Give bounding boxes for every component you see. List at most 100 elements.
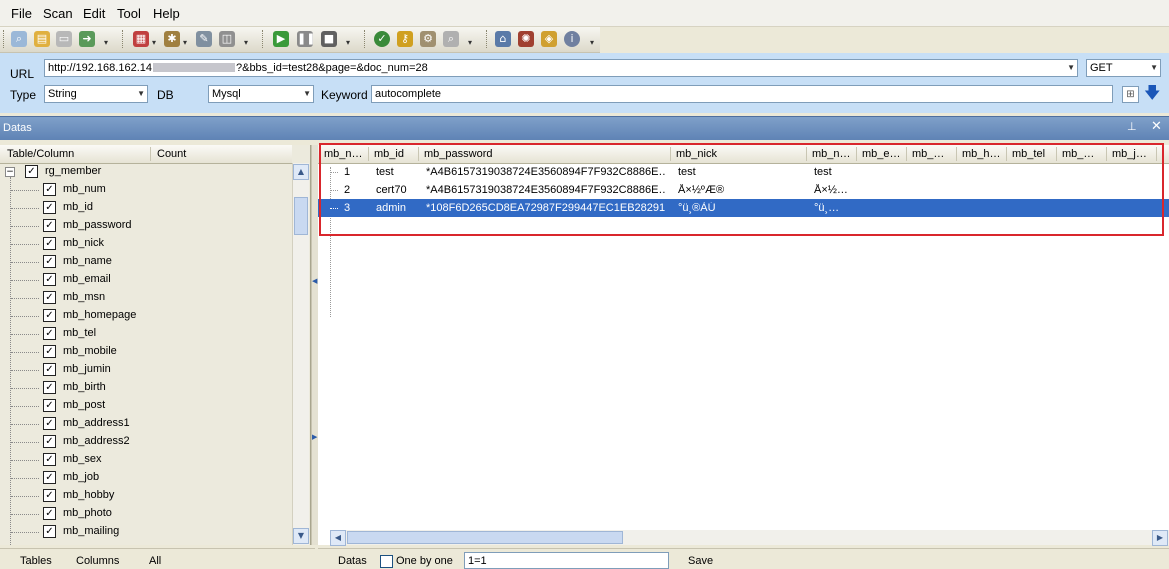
checkbox-checked-icon[interactable]: ✓ — [43, 255, 56, 268]
bug-icon[interactable]: ✺ — [518, 31, 534, 47]
chevron-down-icon[interactable]: ▾ — [152, 38, 160, 47]
database-icon[interactable]: ◫ — [219, 31, 235, 47]
checkbox-checked-icon[interactable]: ✓ — [43, 327, 56, 340]
tree-column-row[interactable]: ✓ mb_mailing — [0, 523, 290, 541]
stop-icon[interactable]: ■ — [321, 31, 337, 47]
chevron-down-icon[interactable]: ▾ — [104, 38, 112, 47]
checkbox-checked-icon[interactable]: ✓ — [43, 309, 56, 322]
menu-scan[interactable]: Scan — [43, 6, 73, 21]
col-header-table[interactable]: Table/Column — [7, 148, 74, 160]
checkbox-checked-icon[interactable]: ✓ — [43, 291, 56, 304]
tab-all[interactable]: All — [149, 555, 161, 567]
checkbox-checked-icon[interactable]: ✓ — [43, 273, 56, 286]
checkbox-checked-icon[interactable]: ✓ — [43, 525, 56, 538]
one-by-one-checkbox[interactable] — [380, 555, 393, 568]
pause-icon[interactable]: ❚❚ — [297, 31, 315, 47]
tree-column-row[interactable]: ✓ mb_msn — [0, 289, 290, 307]
tree-column-row[interactable]: ✓ mb_password — [0, 217, 290, 235]
tree-column-row[interactable]: ✓ mb_address1 — [0, 415, 290, 433]
checkbox-checked-icon[interactable]: ✓ — [43, 435, 56, 448]
tree-column-row[interactable]: ✓ mb_email — [0, 271, 290, 289]
close-icon[interactable]: ✕ — [1151, 119, 1162, 134]
magnifier-icon[interactable]: ⌕ — [443, 31, 459, 47]
tree-column-row[interactable]: ✓ mb_hobby — [0, 487, 290, 505]
db-select[interactable]: Mysql ▼ — [208, 85, 314, 103]
export-icon[interactable]: ➜ — [79, 31, 95, 47]
chevron-down-icon[interactable]: ▼ — [1150, 60, 1158, 76]
scroll-up-icon[interactable]: ▲ — [293, 164, 309, 180]
chevron-down-icon[interactable]: ▼ — [137, 86, 145, 102]
info-icon[interactable]: i — [564, 31, 580, 47]
tree-column-row[interactable]: ✓ mb_photo — [0, 505, 290, 523]
collapse-icon[interactable]: − — [5, 167, 15, 177]
tools-icon[interactable]: ⚙ — [420, 31, 436, 47]
tree-column-row[interactable]: ✓ mb_nick — [0, 235, 290, 253]
chevron-down-icon[interactable]: ▾ — [244, 38, 252, 47]
checkbox-checked-icon[interactable]: ✓ — [43, 471, 56, 484]
document-icon[interactable]: ▭ — [56, 31, 72, 47]
tree-column-row[interactable]: ✓ mb_birth — [0, 379, 290, 397]
play-icon[interactable]: ▶ — [273, 31, 289, 47]
tree-column-row[interactable]: ✓ mb_address2 — [0, 433, 290, 451]
checkbox-checked-icon[interactable]: ✓ — [43, 489, 56, 502]
tree-column-row[interactable]: ✓ mb_id — [0, 199, 290, 217]
open-icon[interactable]: ▤ — [34, 31, 50, 47]
tree-column-row[interactable]: ✓ mb_job — [0, 469, 290, 487]
collapse-left-icon[interactable]: ◀ — [312, 277, 317, 285]
key-icon[interactable]: ⚷ — [397, 31, 413, 47]
check-icon[interactable]: ✓ — [374, 31, 390, 47]
checkbox-checked-icon[interactable]: ✓ — [43, 381, 56, 394]
checkbox-checked-icon[interactable]: ✓ — [25, 165, 38, 178]
type-select[interactable]: String ▼ — [44, 85, 148, 103]
tree-column-row[interactable]: ✓ mb_homepage — [0, 307, 290, 325]
url-input[interactable]: http://192.168.162.14 ?&bbs_id=test28&pag… — [44, 59, 1078, 77]
checkbox-checked-icon[interactable]: ✓ — [43, 417, 56, 430]
chevron-down-icon[interactable]: ▼ — [1067, 60, 1075, 76]
checkbox-checked-icon[interactable]: ✓ — [43, 453, 56, 466]
expand-right-icon[interactable]: ▶ — [312, 433, 317, 441]
chevron-down-icon[interactable]: ▾ — [468, 38, 476, 47]
package-icon[interactable]: ◈ — [541, 31, 557, 47]
tab-tables[interactable]: Tables — [20, 555, 52, 567]
bookmark-icon[interactable]: ▦ — [133, 31, 149, 47]
scroll-left-icon[interactable]: ◀ — [330, 530, 346, 546]
tree-column-row[interactable]: ✓ mb_mobile — [0, 343, 290, 361]
tree-table-node[interactable]: − ✓ rg_member — [0, 163, 290, 181]
menu-tool[interactable]: Tool — [117, 6, 141, 21]
checkbox-checked-icon[interactable]: ✓ — [43, 183, 56, 196]
menu-file[interactable]: File — [11, 6, 32, 21]
checkbox-checked-icon[interactable]: ✓ — [43, 507, 56, 520]
tree-column-row[interactable]: ✓ mb_name — [0, 253, 290, 271]
checkbox-checked-icon[interactable]: ✓ — [43, 363, 56, 376]
grid-horizontal-scrollbar[interactable]: ◀ ▶ — [330, 530, 1169, 546]
save-button[interactable]: Save — [688, 555, 713, 567]
settings-icon[interactable]: ✱ — [164, 31, 180, 47]
pin-icon[interactable]: ⊥ — [1127, 120, 1137, 133]
condition-input[interactable]: 1=1 — [464, 552, 669, 569]
search-icon[interactable]: ⌕ — [11, 31, 27, 47]
checkbox-checked-icon[interactable]: ✓ — [43, 399, 56, 412]
menu-help[interactable]: Help — [153, 6, 180, 21]
chevron-down-icon[interactable]: ▾ — [183, 38, 191, 47]
chevron-down-icon[interactable]: ▼ — [303, 86, 311, 102]
scroll-down-icon[interactable]: ▼ — [293, 528, 309, 544]
arrow-down-icon[interactable]: 🡇 — [1144, 84, 1160, 102]
scroll-right-icon[interactable]: ▶ — [1152, 530, 1168, 546]
keyword-input[interactable]: autocomplete — [371, 85, 1113, 103]
chevron-down-icon[interactable]: ▾ — [590, 38, 598, 47]
tree-column-row[interactable]: ✓ mb_num — [0, 181, 290, 199]
grid-icon[interactable]: ⊞ — [1122, 86, 1139, 103]
menu-edit[interactable]: Edit — [83, 6, 105, 21]
tree-column-row[interactable]: ✓ mb_post — [0, 397, 290, 415]
method-select[interactable]: GET ▼ — [1086, 59, 1161, 77]
checkbox-checked-icon[interactable]: ✓ — [43, 219, 56, 232]
checkbox-checked-icon[interactable]: ✓ — [43, 201, 56, 214]
wrench-icon[interactable]: ✎ — [196, 31, 212, 47]
tree-vertical-scrollbar[interactable]: ▲ ▼ — [292, 163, 309, 545]
tree-column-row[interactable]: ✓ mb_jumin — [0, 361, 290, 379]
chevron-down-icon[interactable]: ▾ — [346, 38, 354, 47]
tab-columns[interactable]: Columns — [76, 555, 119, 567]
scroll-thumb[interactable] — [294, 197, 308, 235]
col-header-count[interactable]: Count — [157, 148, 186, 160]
home-icon[interactable]: ⌂ — [495, 31, 511, 47]
